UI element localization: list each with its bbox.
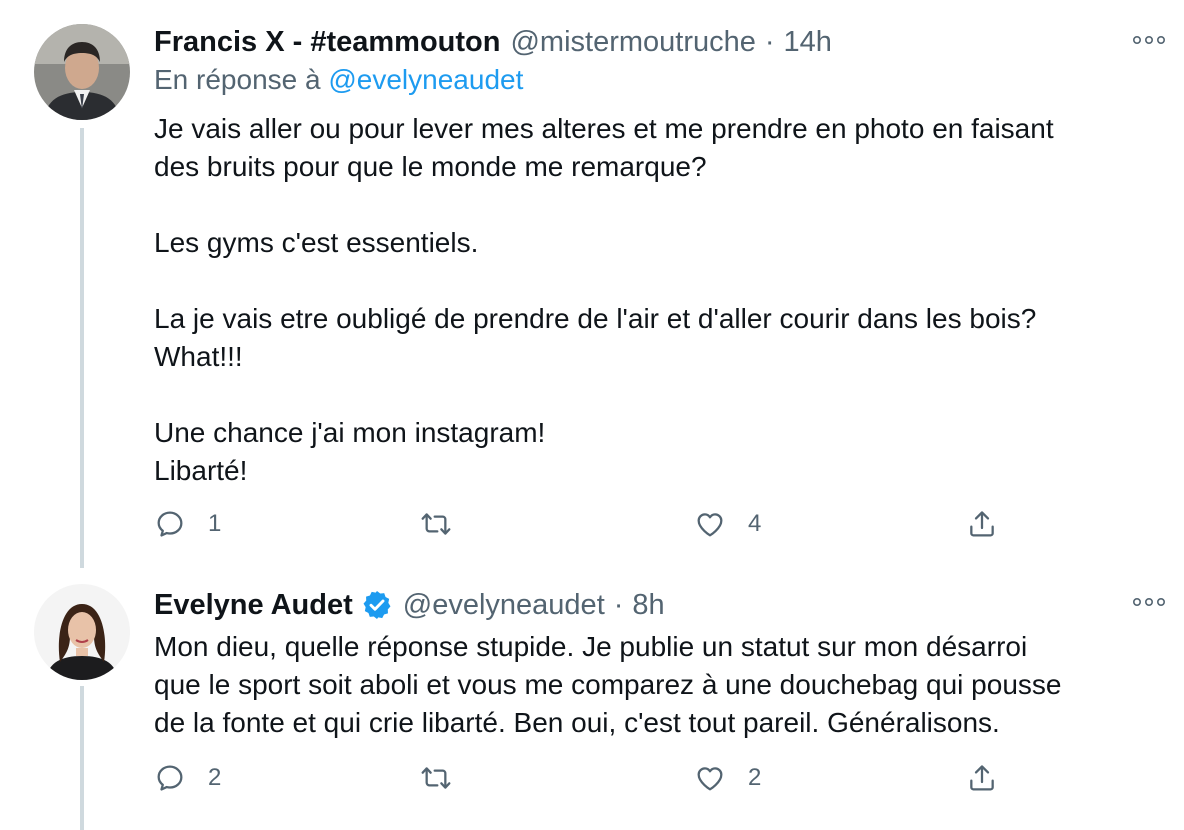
tweet-line: Une chance j'ai mon instagram! [154, 417, 546, 448]
share-icon [966, 762, 998, 794]
timestamp[interactable]: 14h [784, 26, 832, 59]
like-button[interactable]: 4 [694, 504, 761, 544]
thread-line [80, 686, 84, 830]
thread-line [80, 128, 84, 568]
like-count: 2 [748, 764, 762, 791]
retweet-button[interactable] [420, 504, 474, 544]
tweet-text: Mon dieu, quelle réponse stupide. Je pub… [154, 628, 1144, 742]
like-count: 4 [748, 510, 762, 537]
tweet-line: que le sport soit aboli et vous me compa… [154, 669, 1062, 700]
tweet-line: de la fonte et qui crie libarté. Ben oui… [154, 707, 1000, 738]
verified-badge-icon [361, 589, 393, 621]
more-icon[interactable] [1132, 590, 1166, 614]
retweet-button[interactable] [420, 758, 474, 798]
tweet: Francis X - #teammouton @mistermoutruche… [0, 0, 1184, 568]
display-name[interactable]: Evelyne Audet [154, 589, 353, 622]
action-bar: 2 2 [154, 758, 1034, 798]
reply-prefix: En réponse à [154, 64, 321, 95]
action-bar: 1 4 [154, 504, 1034, 544]
tweet-line: Je vais aller ou pour lever mes alteres … [154, 113, 1054, 144]
tweet-header: Francis X - #teammouton @mistermoutruche… [154, 22, 1124, 62]
handle[interactable]: @mistermoutruche [510, 26, 755, 59]
handle[interactable]: @evelyneaudet [403, 589, 605, 622]
share-button[interactable] [966, 504, 998, 544]
reply-button[interactable]: 2 [154, 758, 221, 798]
share-button[interactable] [966, 758, 998, 798]
display-name[interactable]: Francis X - #teammouton [154, 26, 500, 59]
reply-context: En réponse à @evelyneaudet [154, 64, 523, 96]
timestamp[interactable]: 8h [632, 589, 664, 622]
tweet-line: Les gyms c'est essentiels. [154, 227, 479, 258]
like-button[interactable]: 2 [694, 758, 761, 798]
retweet-icon [420, 508, 452, 540]
reply-icon [154, 508, 186, 540]
reply-count: 2 [208, 764, 222, 791]
tweet-line: What!!! [154, 341, 243, 372]
like-icon [694, 762, 726, 794]
retweet-icon [420, 762, 452, 794]
tweet-line: des bruits pour que le monde me remarque… [154, 151, 707, 182]
tweet-text: Je vais aller ou pour lever mes alteres … [154, 110, 1144, 490]
share-icon [966, 508, 998, 540]
like-icon [694, 508, 726, 540]
reply-button[interactable]: 1 [154, 504, 221, 544]
tweet-header: Evelyne Audet @evelyneaudet · 8h [154, 585, 1124, 625]
reply-icon [154, 762, 186, 794]
more-icon[interactable] [1132, 28, 1166, 52]
separator-dot: · [764, 25, 775, 58]
avatar[interactable] [34, 24, 130, 120]
reply-mention-link[interactable]: @evelyneaudet [328, 64, 523, 95]
tweet: Evelyne Audet @evelyneaudet · 8h Mon die… [0, 568, 1184, 830]
reply-count: 1 [208, 510, 222, 537]
tweet-line: Libarté! [154, 455, 248, 486]
separator-dot: · [613, 588, 624, 621]
avatar[interactable] [34, 584, 130, 680]
tweet-line: La je vais etre oubligé de prendre de l'… [154, 303, 1037, 334]
tweet-line: Mon dieu, quelle réponse stupide. Je pub… [154, 631, 1028, 662]
